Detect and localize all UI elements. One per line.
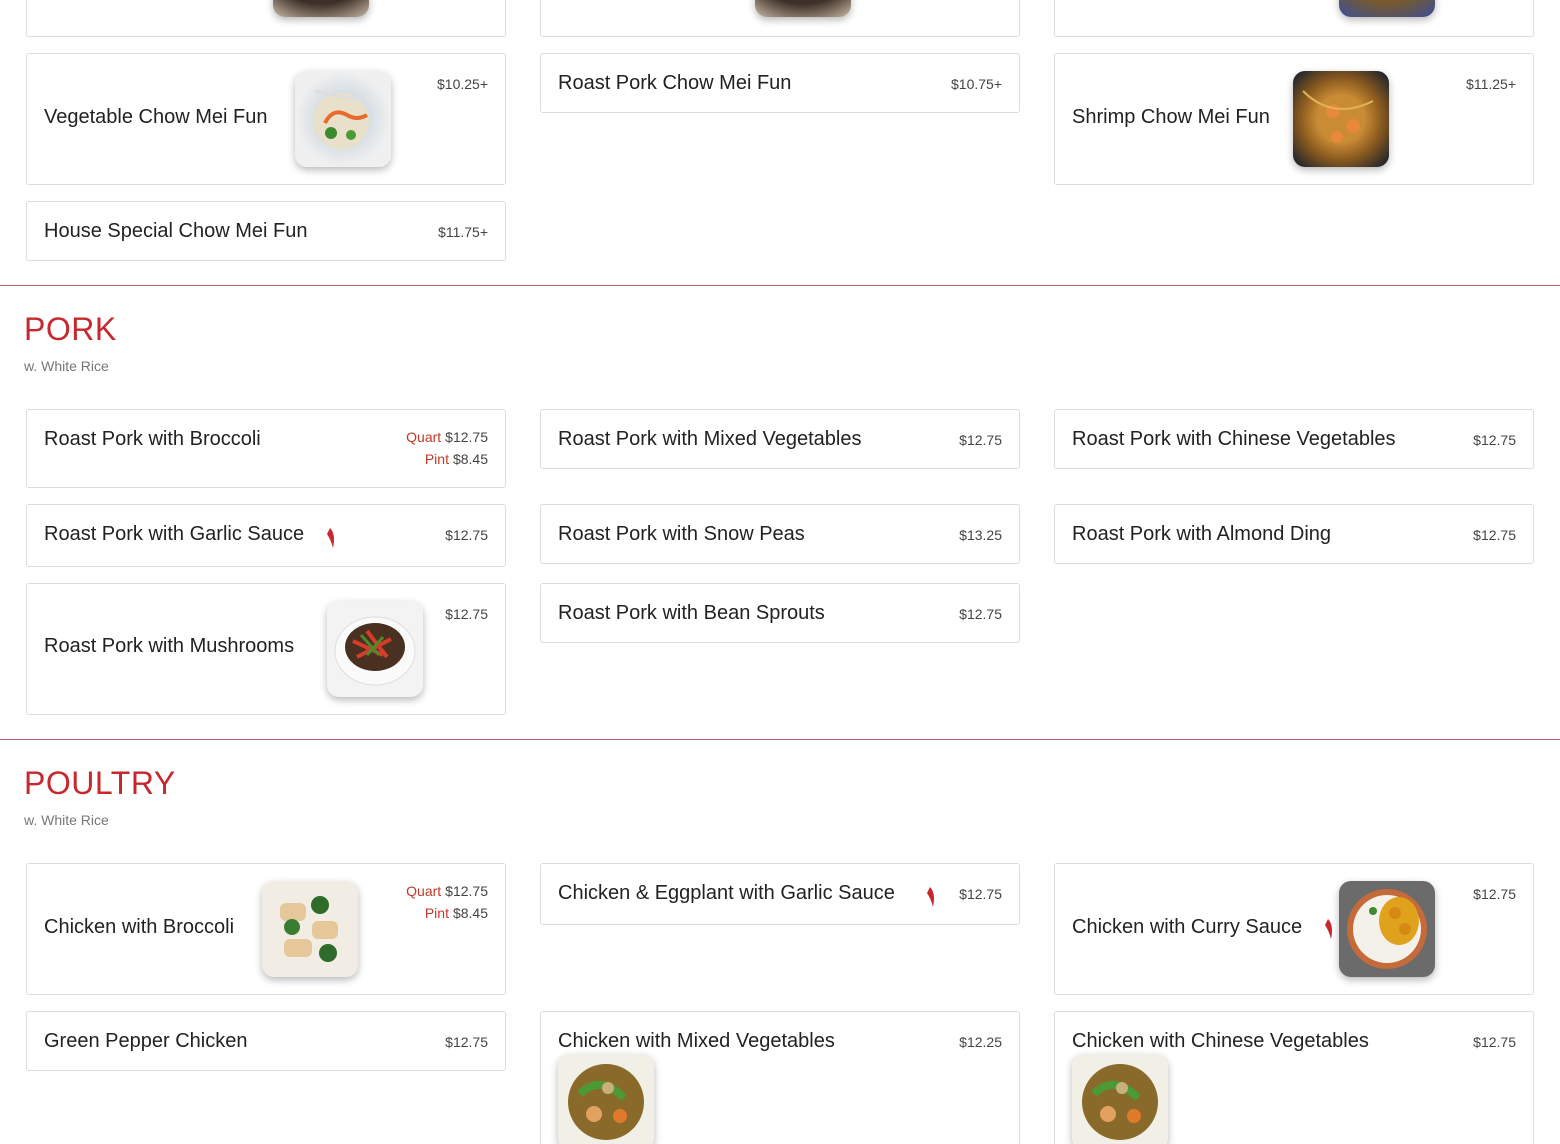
- menu-item-card[interactable]: [1054, 0, 1534, 37]
- food-photo: [273, 0, 369, 17]
- food-photo: [558, 1054, 654, 1144]
- food-photo: [1072, 1054, 1168, 1144]
- item-name: Vegetable Chow Mei Fun: [44, 106, 268, 128]
- chili-pepper-icon: [927, 887, 934, 907]
- size-label-quart: Quart: [406, 429, 442, 445]
- item-price: $12.75: [959, 432, 1002, 448]
- item-name: Chicken with Chinese Vegetables: [1072, 1030, 1369, 1052]
- item-price: $10.25+: [437, 76, 488, 92]
- item-price: $12.75: [1473, 432, 1516, 448]
- menu-item-card[interactable]: Chicken with Curry Sauce $12.75: [1054, 863, 1534, 995]
- menu-item-card[interactable]: Chicken with Broccoli Quart $12.75 Pint $8…: [26, 863, 506, 995]
- item-price: $12.75: [959, 886, 1002, 902]
- menu-item-card[interactable]: Green Pepper Chicken $12.75: [26, 1011, 506, 1071]
- section-title: PORK: [24, 311, 117, 347]
- item-price: $12.75: [445, 1034, 488, 1050]
- menu-item-card[interactable]: Roast Pork Chow Mei Fun $10.75+: [540, 53, 1020, 113]
- item-name: Chicken with Curry Sauce: [1072, 916, 1303, 938]
- food-photo: [1339, 881, 1435, 977]
- menu-item-card[interactable]: House Special Chow Mei Fun $11.75+: [26, 201, 506, 261]
- size-label-pint: Pint: [424, 451, 449, 467]
- item-price: Quart $12.75 Pint $8.45: [406, 426, 488, 470]
- chili-pepper-icon: [327, 528, 334, 548]
- item-price: $12.75: [445, 606, 488, 622]
- item-price: $12.25: [959, 1034, 1002, 1050]
- food-illustration: [1347, 889, 1427, 969]
- item-price: $11.25+: [1466, 76, 1516, 92]
- food-photo: [262, 881, 358, 977]
- item-price: $13.25: [959, 527, 1002, 543]
- food-illustration: [280, 896, 338, 962]
- menu-item-card[interactable]: Vegetable Chow Mei Fun $10.25+: [26, 53, 506, 185]
- food-illustration: [568, 1064, 644, 1140]
- chili-pepper-icon: [1325, 919, 1332, 939]
- size-label-quart: Quart: [406, 883, 442, 899]
- menu-item-card[interactable]: [26, 0, 506, 37]
- item-name: Roast Pork with Garlic Sauce: [44, 523, 305, 545]
- menu-item-card[interactable]: Roast Pork with Mushrooms $12.75: [26, 583, 506, 715]
- menu-item-card[interactable]: Chicken with Mixed Vegetables $12.25: [540, 1011, 1020, 1144]
- menu-item-card[interactable]: Roast Pork with Garlic Sauce $12.75: [26, 504, 506, 567]
- item-name: Roast Pork with Broccoli: [44, 428, 261, 450]
- menu-item-card[interactable]: Roast Pork with Snow Peas $13.25: [540, 504, 1020, 564]
- quart-price: $12.75: [445, 429, 488, 445]
- food-photo: [327, 601, 423, 697]
- food-illustration: [1302, 90, 1374, 143]
- menu-item-card[interactable]: Roast Pork with Chinese Vegetables $12.7…: [1054, 409, 1534, 469]
- item-price: $10.75+: [951, 76, 1002, 92]
- item-name: Roast Pork with Mushrooms: [44, 635, 295, 657]
- section-divider: [0, 285, 1560, 286]
- item-price: $12.75: [1473, 1034, 1516, 1050]
- food-photo: [1339, 0, 1435, 17]
- item-name: Roast Pork with Chinese Vegetables: [1072, 428, 1396, 450]
- quart-price: $12.75: [445, 883, 488, 899]
- menu-item-card[interactable]: Roast Pork with Bean Sprouts $12.75: [540, 583, 1020, 643]
- pint-price: $8.45: [452, 451, 488, 467]
- pint-price: $8.45: [452, 905, 488, 921]
- food-photo: [755, 0, 851, 17]
- item-name: Chicken & Eggplant with Garlic Sauce: [558, 882, 895, 904]
- item-name: Chicken with Mixed Vegetables: [558, 1030, 835, 1052]
- menu-item-card[interactable]: Shrimp Chow Mei Fun $11.25+: [1054, 53, 1534, 185]
- menu-item-card[interactable]: Roast Pork with Broccoli Quart $12.75 Pin…: [26, 409, 506, 488]
- item-price: $12.75: [1473, 527, 1516, 543]
- menu-item-card[interactable]: [540, 0, 1020, 37]
- section-title: POULTRY: [24, 765, 176, 801]
- food-illustration: [313, 89, 369, 149]
- section-subtitle: w. White Rice: [24, 358, 109, 374]
- item-name: Roast Pork with Bean Sprouts: [558, 602, 825, 624]
- item-price: $12.75: [445, 527, 488, 543]
- size-label-pint: Pint: [424, 905, 449, 921]
- item-name: Roast Pork Chow Mei Fun: [558, 72, 792, 94]
- item-price: $11.75+: [438, 224, 488, 240]
- menu-item-card[interactable]: Chicken & Eggplant with Garlic Sauce $12…: [540, 863, 1020, 925]
- item-price: $12.75: [959, 606, 1002, 622]
- food-illustration: [1082, 1064, 1158, 1140]
- item-name: Roast Pork with Mixed Vegetables: [558, 428, 862, 450]
- item-name: Roast Pork with Snow Peas: [558, 523, 805, 545]
- item-name: Roast Pork with Almond Ding: [1072, 523, 1332, 545]
- item-name: Shrimp Chow Mei Fun: [1072, 106, 1270, 128]
- item-name: House Special Chow Mei Fun: [44, 220, 308, 242]
- food-photo: [295, 71, 391, 167]
- item-price: Quart $12.75 Pint $8.45: [406, 880, 488, 924]
- item-name: Green Pepper Chicken: [44, 1030, 248, 1052]
- item-name: Chicken with Broccoli: [44, 916, 235, 938]
- food-illustration: [334, 616, 416, 686]
- item-price: $12.75: [1473, 886, 1516, 902]
- food-photo: [1293, 71, 1389, 167]
- menu-item-card[interactable]: Roast Pork with Mixed Vegetables $12.75: [540, 409, 1020, 469]
- section-divider: [0, 739, 1560, 740]
- menu-item-card[interactable]: Chicken with Chinese Vegetables $12.75: [1054, 1011, 1534, 1144]
- menu-item-card[interactable]: Roast Pork with Almond Ding $12.75: [1054, 504, 1534, 564]
- section-subtitle: w. White Rice: [24, 812, 109, 828]
